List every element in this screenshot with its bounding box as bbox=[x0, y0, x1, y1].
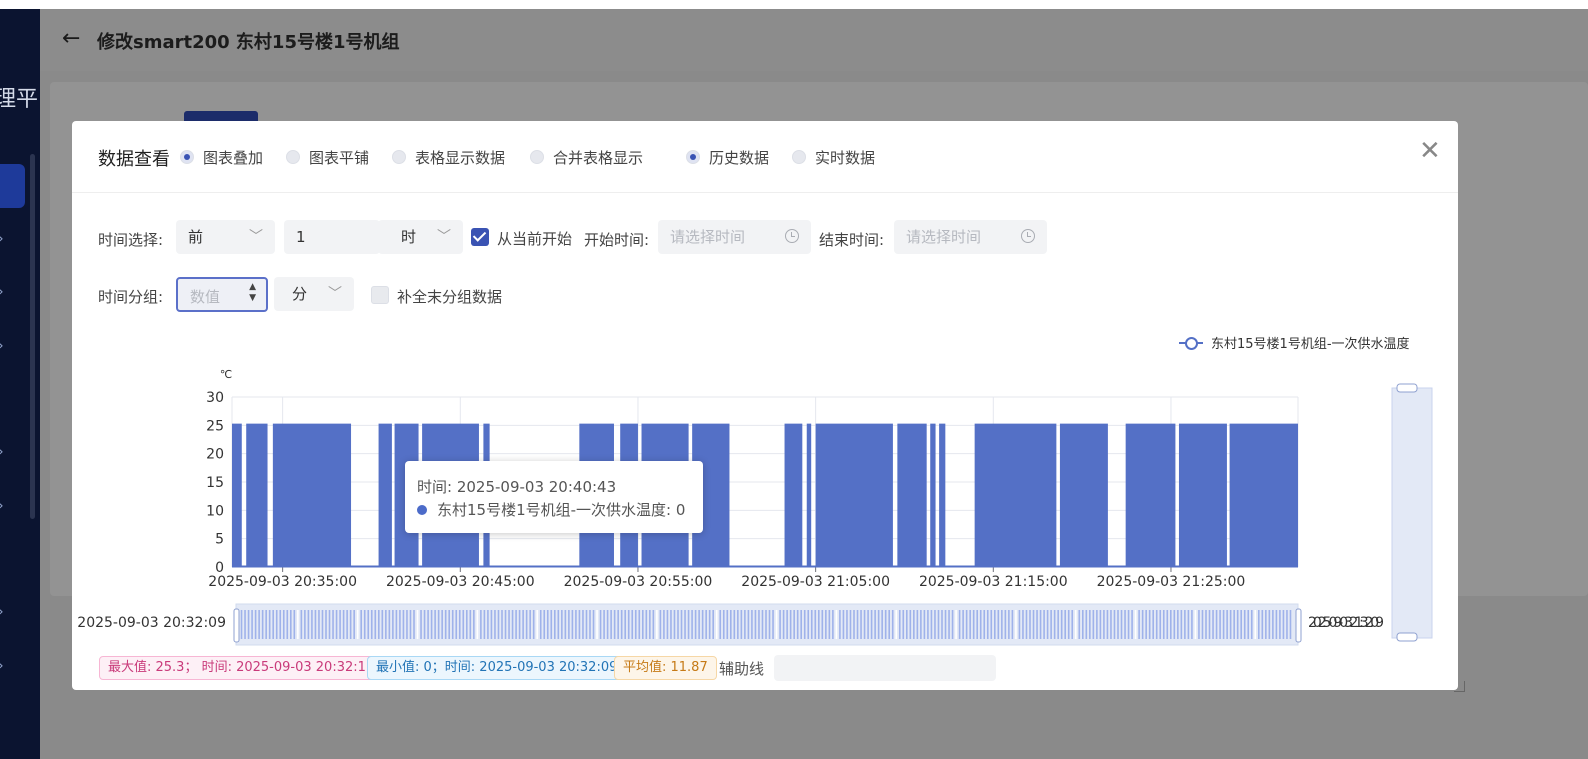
sidebar: 理平 › › › › › › › bbox=[0, 9, 40, 759]
series-band bbox=[815, 423, 893, 567]
chevron-right-icon[interactable]: › bbox=[0, 232, 8, 246]
series-dot-icon bbox=[417, 504, 427, 515]
series-band bbox=[784, 423, 803, 567]
y-tick-label: 10 bbox=[206, 503, 224, 519]
tooltip-value: 东村15号楼1号机组-一次供水温度: 0 bbox=[437, 501, 686, 519]
chevron-right-icon[interactable]: › bbox=[0, 499, 8, 513]
vertical-zoom-handle-top[interactable] bbox=[1396, 383, 1418, 393]
aux-line-label: 辅助线 bbox=[719, 660, 765, 678]
vertical-zoom-track bbox=[1391, 387, 1433, 639]
tooltip-time: 时间: 2025-09-03 20:40:43 bbox=[417, 478, 617, 496]
series-band bbox=[272, 423, 352, 567]
series-band bbox=[232, 423, 242, 567]
y-tick-label: 25 bbox=[206, 418, 224, 434]
sidebar-scrollbar[interactable] bbox=[30, 154, 35, 519]
series-band bbox=[1178, 423, 1227, 567]
series-band bbox=[930, 423, 936, 567]
chevron-right-icon[interactable]: › bbox=[0, 445, 8, 459]
series-band bbox=[974, 423, 1057, 567]
max-value-badge: 最大值: 25.3； 时间: 2025-09-03 20:32:11 bbox=[99, 656, 384, 680]
zoom-end-label: 2025-09-03 21:32:09 bbox=[1308, 615, 1384, 631]
series-band bbox=[1059, 423, 1108, 567]
sidebar-active-item[interactable] bbox=[0, 164, 25, 208]
zoom-handle-right[interactable] bbox=[1295, 608, 1302, 643]
avg-value-badge: 平均值: 11.87 bbox=[614, 656, 717, 680]
series-band bbox=[897, 423, 927, 567]
zoom-handle-left[interactable] bbox=[233, 608, 240, 643]
y-tick-label: 30 bbox=[206, 390, 224, 406]
line-chart[interactable]: 0510152025302025-09-03 20:35:00 2025-09-0… bbox=[72, 121, 1458, 690]
series-band bbox=[1125, 423, 1176, 567]
series-band bbox=[806, 423, 812, 567]
x-tick-label: 2025-09-03 21:25:00 bbox=[1097, 574, 1246, 590]
series-band bbox=[939, 423, 946, 567]
x-tick-label: 2025-09-03 20:35:00 bbox=[208, 574, 357, 590]
y-axis-unit: ℃ bbox=[220, 368, 232, 381]
zoom-start-label: 2025-09-03 20:32:09 bbox=[77, 615, 226, 631]
chevron-right-icon[interactable]: › bbox=[0, 659, 8, 673]
series-band bbox=[1229, 423, 1298, 567]
aux-line-input[interactable] bbox=[774, 655, 996, 681]
series-band bbox=[378, 423, 392, 567]
x-tick-label: 2025-09-03 20:55:00 bbox=[564, 574, 713, 590]
data-view-dialog: 数据查看 图表叠加 图表平铺 表格显示数据 合并表格显示 历史数据 实时数据 ✕… bbox=[72, 121, 1458, 690]
x-tick-label: 2025-09-03 21:15:00 bbox=[919, 574, 1068, 590]
x-tick-label: 2025-09-03 20:45:00 bbox=[386, 574, 535, 590]
resize-handle-icon[interactable] bbox=[1454, 681, 1465, 692]
tooltip-value-row: 东村15号楼1号机组-一次供水温度: 0 bbox=[417, 499, 685, 520]
min-value-badge: 最小值: 0；时间: 2025-09-03 20:32:09 bbox=[367, 656, 627, 680]
page-title: 修改smart200 东村15号楼1号机组 bbox=[97, 32, 400, 53]
x-tick-label: 2025-09-03 21:05:00 bbox=[741, 574, 890, 590]
y-tick-label: 20 bbox=[206, 447, 224, 463]
chevron-right-icon[interactable]: › bbox=[0, 285, 8, 299]
chart-tooltip: 时间: 2025-09-03 20:40:43 东村15号楼1号机组-一次供水温… bbox=[405, 461, 703, 533]
chevron-right-icon[interactable]: › bbox=[0, 605, 8, 619]
y-tick-label: 5 bbox=[215, 532, 224, 548]
chevron-right-icon[interactable]: › bbox=[0, 339, 8, 353]
vertical-zoom-handle-bottom[interactable] bbox=[1396, 632, 1418, 642]
back-arrow-icon[interactable]: ← bbox=[62, 26, 80, 51]
sidebar-brand-text: 理平 bbox=[0, 87, 39, 112]
series-band bbox=[246, 423, 268, 567]
y-tick-label: 15 bbox=[206, 475, 224, 491]
